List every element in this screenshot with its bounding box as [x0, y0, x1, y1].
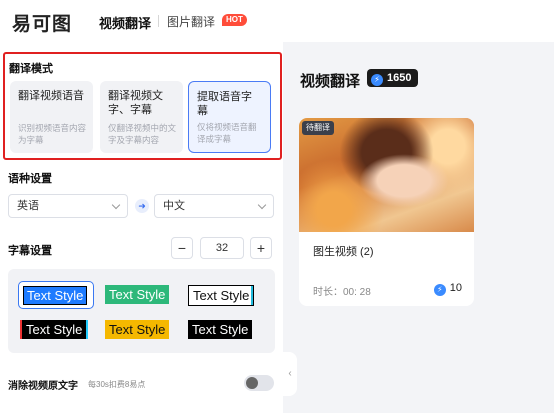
- mode-desc: 仅翻译视频中的文字及字幕内容: [108, 123, 177, 145]
- translate-mode-section: 翻译模式 翻译视频语音 识别视频语音内容为字幕 翻译视频文字、字幕 仅翻译视频中…: [3, 52, 282, 160]
- video-cost: ⚡ 10: [433, 282, 462, 296]
- erase-text-label: 消除视频原文字: [8, 381, 78, 392]
- status-badge: 待翻译: [302, 121, 334, 135]
- language-title: 语种设置: [8, 173, 52, 185]
- mode-desc: 识别视频语音内容为字幕: [18, 123, 87, 145]
- subtitle-style-yellow[interactable]: Text Style: [105, 320, 170, 339]
- subtitle-settings-title: 字幕设置: [8, 245, 52, 257]
- settings-panel: 翻译模式 翻译视频语音 识别视频语音内容为字幕 翻译视频文字、字幕 仅翻译视频中…: [0, 42, 283, 413]
- subtitle-style-grid: Text Style Text Style Text Style Text St…: [8, 269, 275, 353]
- chevron-down-icon: [111, 200, 121, 210]
- style-sample: Text Style: [23, 286, 88, 305]
- app-logo[interactable]: 易可图: [12, 9, 72, 36]
- source-language-value: 英语: [17, 200, 39, 212]
- top-header: 易可图 视频翻译 图片翻译 HOT: [0, 0, 554, 42]
- hot-badge: HOT: [222, 14, 247, 26]
- target-language-value: 中文: [163, 200, 185, 212]
- video-duration: 时长：00: 28: [313, 287, 371, 298]
- font-size-input[interactable]: 32: [200, 237, 244, 259]
- video-name: 图生视频 (2): [313, 246, 374, 258]
- nav-image-translate[interactable]: 图片翻译: [167, 13, 215, 30]
- erase-text-cost: 每30s扣费8易点: [88, 380, 146, 389]
- mode-desc: 仅将视频语音翻译成字幕: [197, 122, 257, 144]
- nav-video-translate[interactable]: 视频翻译: [99, 13, 151, 32]
- mode-card-voice[interactable]: 翻译视频语音 识别视频语音内容为字幕: [10, 81, 93, 153]
- mode-card-extract[interactable]: 提取语音字幕 仅将视频语音翻译成字幕: [188, 81, 271, 153]
- video-cost-value: 10: [449, 282, 462, 294]
- mode-card-text[interactable]: 翻译视频文字、字幕 仅翻译视频中的文字及字幕内容: [100, 81, 183, 153]
- mode-title: 提取语音字幕: [197, 91, 252, 117]
- subtitle-style-black[interactable]: Text Style: [188, 320, 253, 339]
- target-language-select[interactable]: 中文: [154, 194, 274, 218]
- subtitle-style-green[interactable]: Text Style: [105, 285, 170, 304]
- video-card[interactable]: 待翻译 图生视频 (2) 时长：00: 28 ⚡ 10: [299, 118, 474, 306]
- source-language-select[interactable]: 英语: [8, 194, 128, 218]
- mode-title: 翻译视频语音: [18, 90, 84, 102]
- lightning-icon: ⚡: [371, 74, 383, 86]
- collapse-panel-button[interactable]: ‹: [283, 352, 297, 396]
- lightning-icon: ⚡: [433, 284, 446, 296]
- toggle-knob: [246, 377, 258, 389]
- nav-divider: [158, 15, 159, 27]
- subtitle-style-glitch[interactable]: Text Style: [22, 320, 87, 339]
- chevron-down-icon: [257, 200, 267, 210]
- mode-title: 翻译视频文字、字幕: [108, 90, 163, 116]
- font-size-decrease-button[interactable]: −: [171, 237, 193, 259]
- credit-balance-badge[interactable]: ⚡ 1650: [367, 69, 419, 87]
- arrow-right-icon: ➜: [135, 199, 149, 213]
- erase-text-toggle[interactable]: [244, 375, 274, 391]
- translate-mode-title: 翻译模式: [9, 63, 53, 75]
- video-thumbnail: [299, 118, 474, 232]
- subtitle-style-blue[interactable]: Text Style: [18, 281, 94, 309]
- subtitle-style-outline[interactable]: Text Style: [188, 285, 255, 306]
- page-title: 视频翻译: [300, 73, 361, 90]
- font-size-increase-button[interactable]: +: [250, 237, 272, 259]
- credit-balance-value: 1650: [387, 72, 412, 84]
